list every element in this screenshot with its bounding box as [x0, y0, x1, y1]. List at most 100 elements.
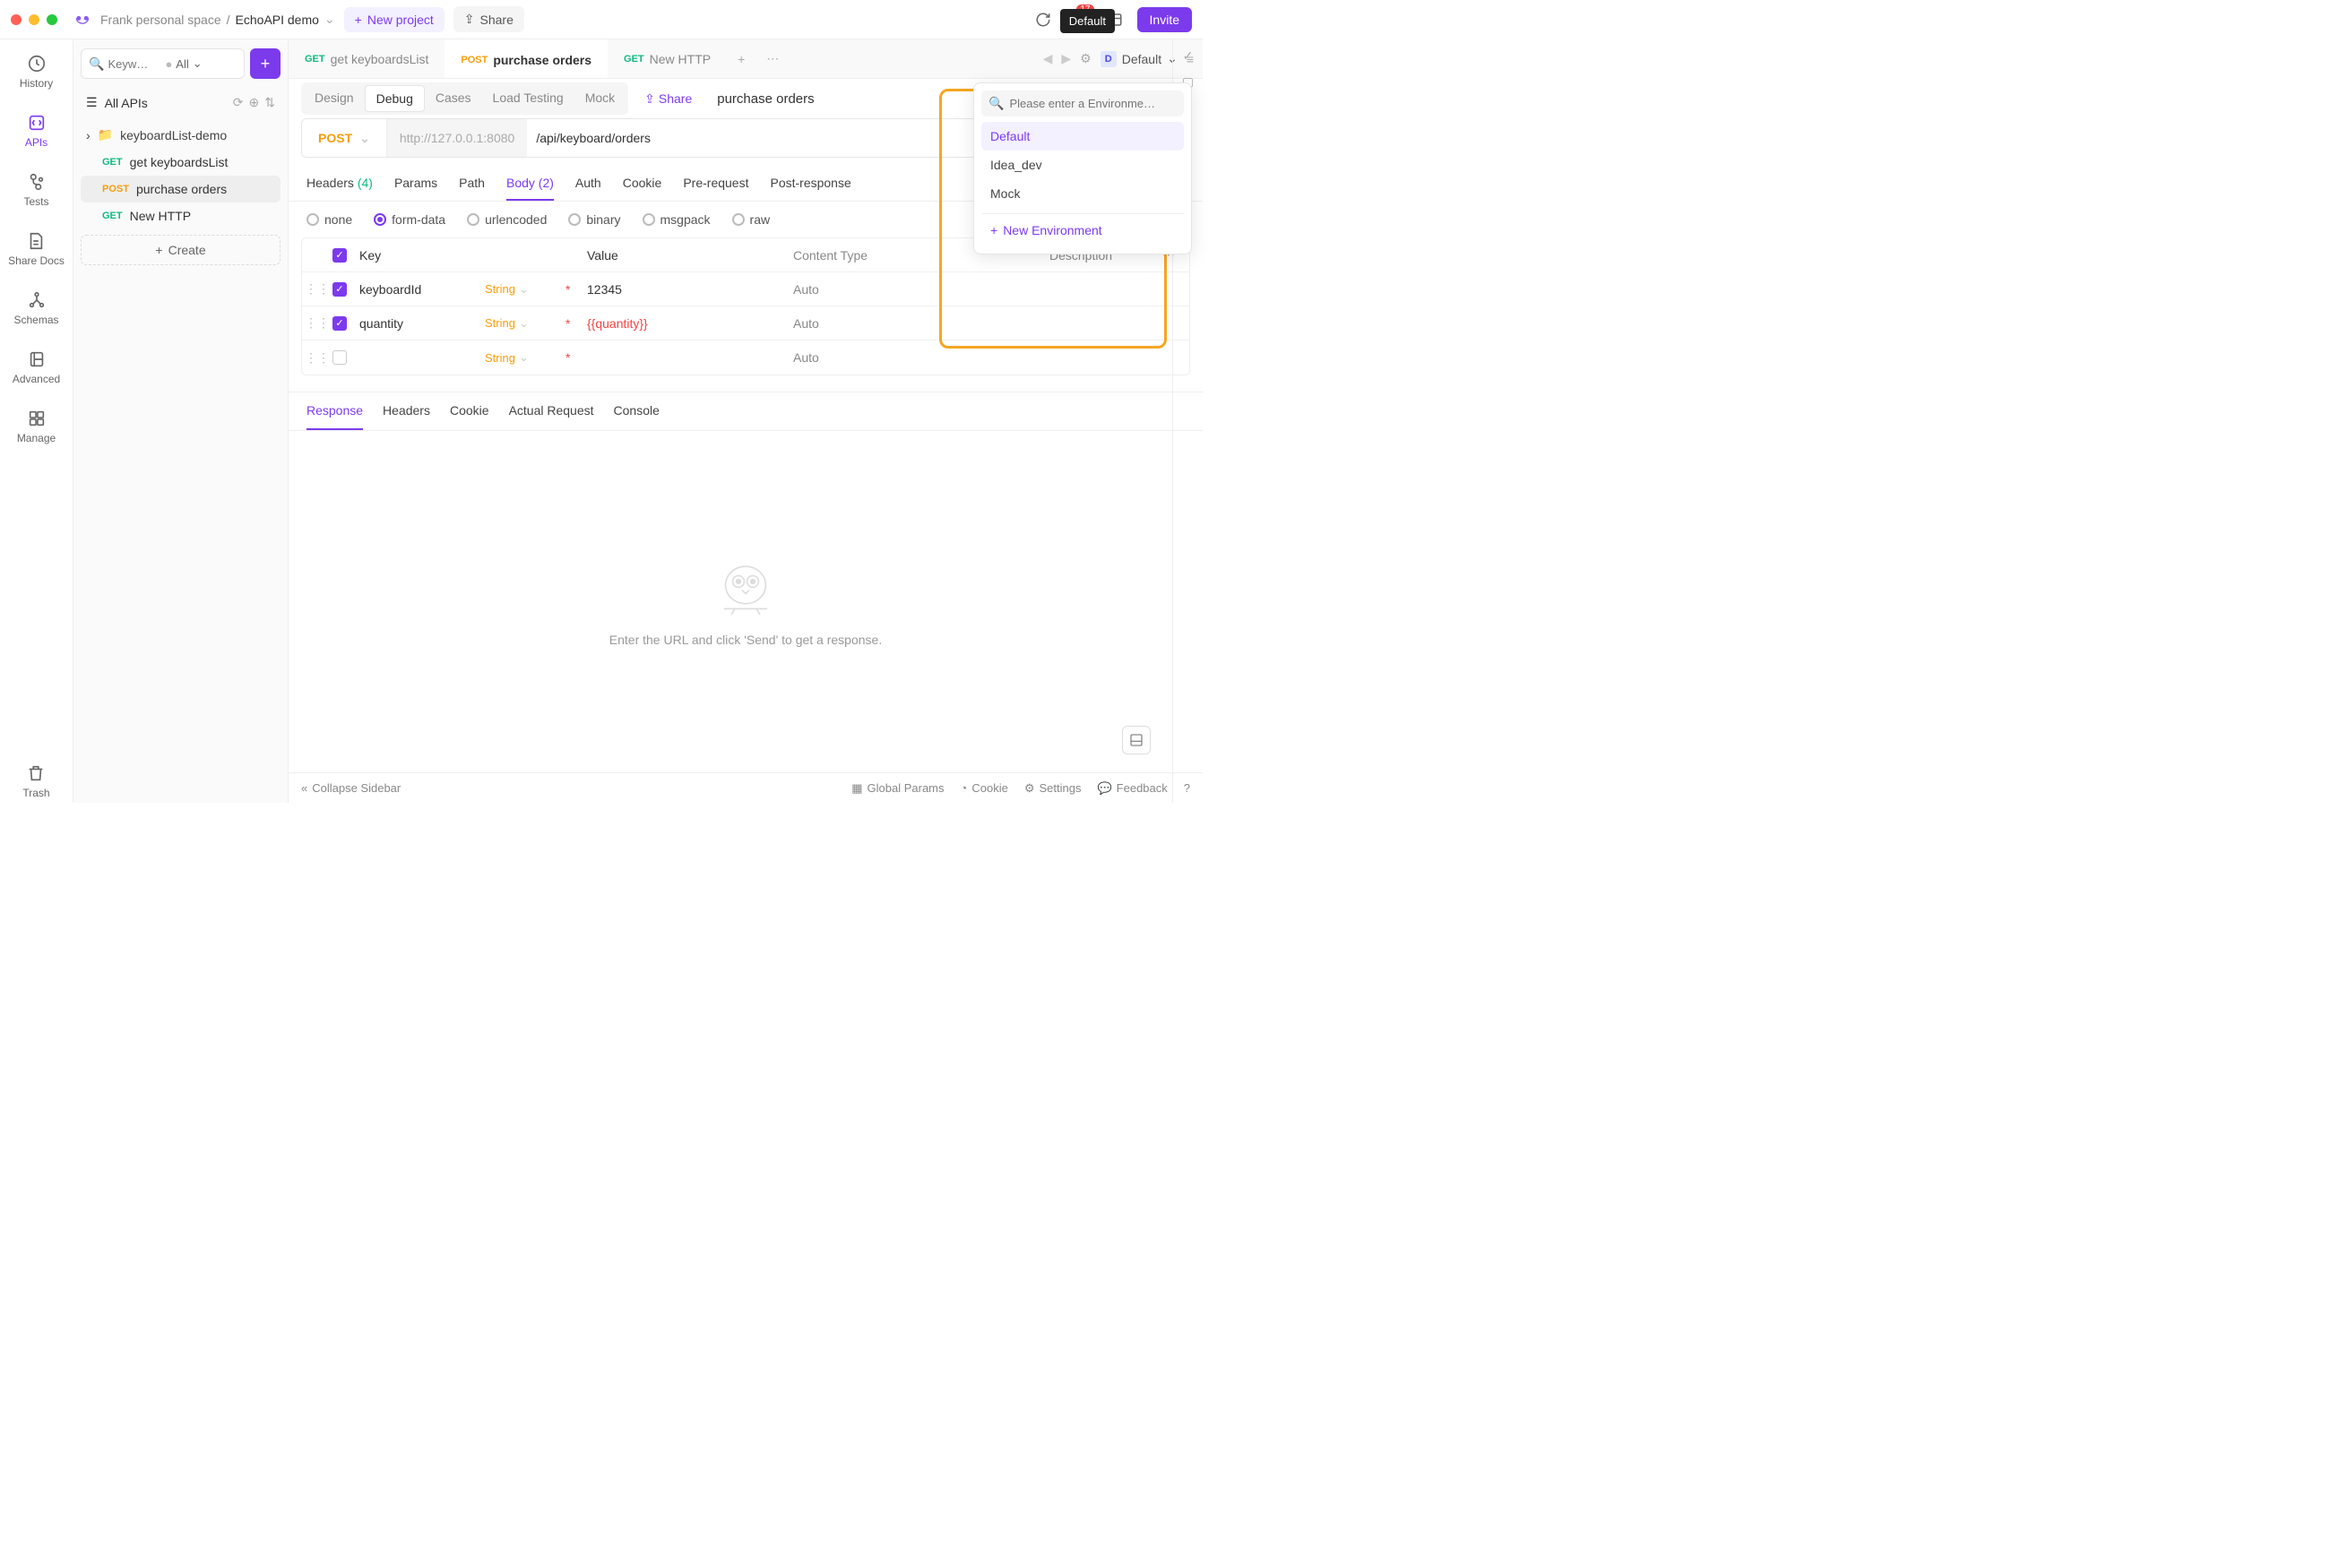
api-item-new-http[interactable]: GET New HTTP: [81, 202, 281, 229]
environment-selector[interactable]: D Default ⌄: [1101, 51, 1178, 67]
subtab-load[interactable]: Load Testing: [482, 85, 574, 112]
reqtab-prereq[interactable]: Pre-request: [683, 167, 748, 201]
close-window-icon[interactable]: [11, 14, 22, 25]
refresh-icon[interactable]: ⟳: [233, 95, 244, 110]
add-tab-button[interactable]: +: [727, 52, 755, 66]
row-checkbox[interactable]: ✓: [332, 316, 347, 331]
env-item-idea-dev[interactable]: Idea_dev: [981, 151, 1184, 179]
settings-button[interactable]: ⚙Settings: [1024, 781, 1082, 796]
param-value-input[interactable]: 12345: [587, 282, 793, 297]
sidebar-search[interactable]: 🔍 ● All ⌄: [81, 48, 245, 79]
minimize-window-icon[interactable]: [29, 14, 39, 25]
env-search-input[interactable]: [1009, 97, 1177, 110]
content-type-value[interactable]: Auto: [793, 316, 999, 331]
create-button[interactable]: + Create: [81, 235, 281, 265]
filter-dropdown[interactable]: ● All ⌄: [165, 56, 202, 71]
resptab-cookie[interactable]: Cookie: [450, 392, 489, 430]
reqtab-postresp[interactable]: Post-response: [770, 167, 850, 201]
select-all-checkbox[interactable]: ✓: [332, 248, 347, 263]
invite-button[interactable]: Invite: [1137, 7, 1192, 32]
locate-icon[interactable]: ⊕: [249, 95, 260, 110]
env-search-box[interactable]: 🔍: [981, 90, 1184, 116]
reqtab-body[interactable]: Body (2): [506, 167, 554, 201]
api-item-purchase-orders[interactable]: POST purchase orders: [81, 176, 281, 202]
resptab-response[interactable]: Response: [306, 392, 363, 430]
subtab-cases[interactable]: Cases: [425, 85, 482, 112]
api-item-get-keyboardslist[interactable]: GET get keyboardsList: [81, 149, 281, 176]
nav-history[interactable]: History: [16, 50, 56, 93]
add-api-button[interactable]: +: [250, 48, 281, 79]
row-checkbox[interactable]: [332, 350, 347, 365]
required-toggle[interactable]: *: [565, 350, 587, 365]
share-button-top[interactable]: ⇪ Share: [453, 6, 524, 32]
content-type-value[interactable]: Auto: [793, 282, 999, 297]
reqtab-cookie[interactable]: Cookie: [623, 167, 662, 201]
folder-item[interactable]: › 📁 keyboardList-demo: [81, 121, 281, 149]
method-selector[interactable]: POST ⌄: [302, 119, 387, 157]
nav-sharedocs[interactable]: Share Docs: [4, 228, 68, 271]
type-selector[interactable]: String⌄: [485, 316, 565, 331]
radio-binary[interactable]: binary: [568, 212, 620, 227]
nav-schemas[interactable]: Schemas: [10, 287, 62, 330]
env-item-mock[interactable]: Mock: [981, 179, 1184, 208]
resptab-actual[interactable]: Actual Request: [509, 392, 594, 430]
drag-handle-icon[interactable]: ⋮⋮: [302, 281, 332, 297]
maximize-window-icon[interactable]: [47, 14, 57, 25]
param-key-input[interactable]: quantity: [359, 316, 485, 331]
resptab-console[interactable]: Console: [614, 392, 660, 430]
tab-purchase-orders[interactable]: POST purchase orders: [445, 39, 608, 78]
project-name[interactable]: EchoAPI demo: [236, 13, 319, 27]
all-apis-header[interactable]: ☰ All APIs ⟳ ⊕ ⇅: [81, 88, 281, 117]
new-environment-button[interactable]: + New Environment: [981, 213, 1184, 246]
reqtab-headers[interactable]: Headers (4): [306, 167, 373, 201]
tab-more-icon[interactable]: ⋯: [755, 51, 790, 66]
env-settings-icon[interactable]: ⚙: [1080, 51, 1092, 66]
env-item-default[interactable]: Default: [981, 122, 1184, 151]
tab-prev-icon[interactable]: ◀: [1043, 51, 1053, 66]
required-toggle[interactable]: *: [565, 282, 587, 297]
chevron-down-icon[interactable]: ⌄: [324, 12, 335, 27]
row-checkbox[interactable]: ✓: [332, 282, 347, 297]
search-input[interactable]: [108, 57, 161, 71]
radio-msgpack[interactable]: msgpack: [643, 212, 711, 227]
check-icon[interactable]: ✓: [1183, 48, 1194, 64]
type-selector[interactable]: String⌄: [485, 282, 565, 297]
nav-tests[interactable]: Tests: [20, 168, 52, 211]
request-title[interactable]: purchase orders: [717, 91, 814, 107]
workspace-name[interactable]: Frank personal space: [100, 13, 221, 27]
nav-trash[interactable]: Trash: [19, 760, 53, 803]
required-toggle[interactable]: *: [565, 316, 587, 331]
radio-formdata[interactable]: form-data: [374, 212, 445, 227]
radio-urlencoded[interactable]: urlencoded: [467, 212, 547, 227]
subtab-debug[interactable]: Debug: [365, 85, 425, 112]
share-link[interactable]: ⇪ Share: [635, 91, 701, 107]
radio-none[interactable]: none: [306, 212, 352, 227]
sync-icon[interactable]: [1030, 6, 1057, 33]
reqtab-path[interactable]: Path: [459, 167, 485, 201]
content-type-value[interactable]: Auto: [793, 350, 999, 365]
sort-icon[interactable]: ⇅: [264, 95, 275, 110]
subtab-mock[interactable]: Mock: [574, 85, 626, 112]
nav-advanced[interactable]: Advanced: [9, 346, 64, 389]
tab-get-keyboardslist[interactable]: GET get keyboardsList: [289, 39, 445, 78]
collapse-sidebar-button[interactable]: « Collapse Sidebar: [301, 781, 401, 795]
drag-handle-icon[interactable]: ⋮⋮: [302, 350, 332, 366]
layout-toggle-button[interactable]: [1122, 726, 1151, 754]
param-value-input[interactable]: {{quantity}}: [587, 316, 793, 331]
reqtab-params[interactable]: Params: [394, 167, 437, 201]
cookie-button[interactable]: ◔Cookie: [961, 781, 1008, 795]
reqtab-auth[interactable]: Auth: [575, 167, 601, 201]
radio-raw[interactable]: raw: [732, 212, 771, 227]
tab-new-http[interactable]: GET New HTTP: [608, 39, 727, 78]
new-project-button[interactable]: + New project: [344, 7, 445, 32]
tab-next-icon[interactable]: ▶: [1061, 51, 1071, 66]
subtab-design[interactable]: Design: [304, 85, 365, 112]
resptab-headers[interactable]: Headers: [383, 392, 430, 430]
feedback-button[interactable]: 💬Feedback: [1097, 781, 1167, 796]
param-key-input[interactable]: keyboardId: [359, 282, 485, 297]
drag-handle-icon[interactable]: ⋮⋮: [302, 315, 332, 331]
type-selector[interactable]: String⌄: [485, 350, 565, 365]
nav-apis[interactable]: APIs: [22, 109, 51, 152]
global-params-button[interactable]: ▦Global Params: [851, 781, 944, 796]
nav-manage[interactable]: Manage: [13, 405, 59, 448]
